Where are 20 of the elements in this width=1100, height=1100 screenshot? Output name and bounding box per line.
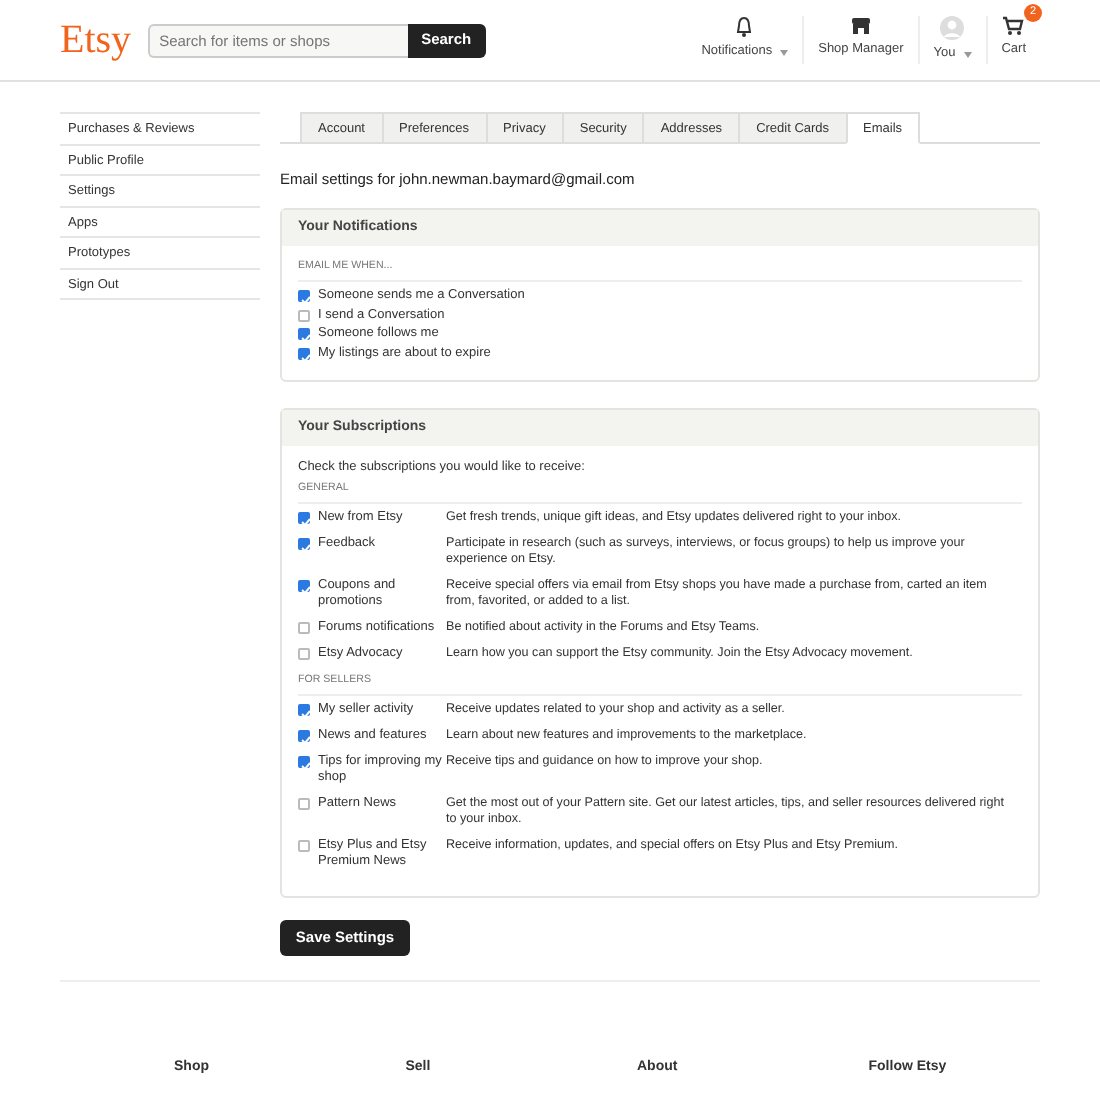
checkbox[interactable]	[298, 648, 310, 661]
checkbox[interactable]	[298, 798, 310, 811]
checkbox[interactable]	[298, 512, 310, 525]
checkbox[interactable]	[298, 580, 310, 593]
checkbox[interactable]	[298, 756, 310, 769]
shop-icon	[849, 16, 872, 37]
checkbox[interactable]	[298, 290, 310, 303]
cart-icon	[1002, 16, 1025, 37]
checkbox[interactable]	[298, 704, 310, 717]
bell-icon	[734, 16, 755, 39]
checkbox[interactable]	[298, 309, 310, 322]
check-icon	[300, 294, 312, 307]
checkbox[interactable]	[298, 347, 310, 360]
avatar-icon	[940, 16, 965, 41]
checkbox[interactable]	[298, 328, 310, 341]
checkbox[interactable]	[298, 730, 310, 743]
check-icon	[300, 584, 312, 597]
checkbox[interactable]	[298, 538, 310, 551]
checkbox[interactable]	[298, 840, 310, 853]
checkbox[interactable]	[298, 622, 310, 635]
